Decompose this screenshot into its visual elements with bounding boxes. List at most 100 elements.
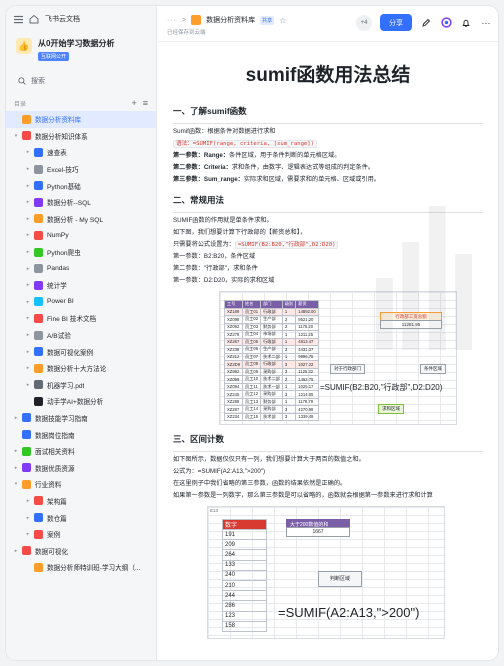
chevron-right-icon[interactable]: ▸ [24, 249, 32, 255]
chevron-right-icon[interactable]: ▸ [12, 465, 20, 471]
workspace-emoji-icon: 👍 [16, 38, 32, 54]
sidebar-item[interactable]: ▾ 数据分析知识体系 [6, 128, 156, 145]
chevron-right-icon[interactable]: ▸ [24, 232, 32, 238]
table-cell: 采购部 [260, 405, 283, 414]
table-cell: 4270.98 [295, 405, 319, 414]
workspace-header[interactable]: 👍 从0开始学习数据分析 互联网公开 [6, 32, 156, 65]
chevron-right-icon[interactable]: ▸ [24, 299, 32, 305]
sidebar-item[interactable]: ▸ 数据可视化案例 [6, 343, 156, 360]
table-cell: XZ287 [223, 405, 244, 414]
sidebar-item[interactable]: ▸ 机器学习.pdf [6, 377, 156, 394]
table-cell: 员工11 [242, 382, 262, 391]
paragraph: 如下图所示，数据仅仅只有一列，我们想要计算大于两百的数值之和。 [173, 456, 365, 463]
share-button[interactable]: 分享 [380, 14, 412, 31]
chevron-right-icon[interactable]: ▸ [24, 531, 32, 537]
sidebar-item[interactable]: ▾ 行业资料 [6, 476, 156, 493]
document-title[interactable]: 数据分析资料库 [206, 15, 255, 25]
syntax-code: =SUMIF(range, criteria, [sum_range]) [192, 141, 315, 147]
example-image-2[interactable]: E13 数字 191 209 264 133 240 210 244 286 123 158 大于2… [207, 506, 445, 639]
sidebar-item[interactable]: ▸ Python基础 [6, 177, 156, 194]
sidebar-item[interactable]: ▸ Excel-技巧 [6, 161, 156, 178]
breadcrumb-more[interactable]: ··· [167, 17, 177, 24]
search-icon [18, 77, 26, 85]
chevron-right-icon[interactable]: ▸ [24, 365, 32, 371]
doc-icon [22, 479, 31, 489]
sidebar-item[interactable]: 数据分析师特训班-学习大纲（... [6, 559, 156, 576]
chevron-right-icon[interactable]: ▸ [24, 216, 32, 222]
chevron-right-icon[interactable]: ▸ [24, 382, 32, 388]
table-cell: 158 [222, 620, 267, 632]
table-cell: 3 [281, 360, 297, 369]
table-cell: 1452.75 [295, 375, 319, 384]
notification-icon[interactable] [460, 17, 472, 29]
sidebar-item[interactable]: ▸ 速查表 [6, 144, 156, 161]
chevron-right-icon[interactable]: ▸ [24, 266, 32, 272]
sidebar-item[interactable]: ▸ 数据分析--SQL [6, 194, 156, 211]
chevron-right-icon[interactable]: ▸ [24, 515, 32, 521]
sidebar-item[interactable]: ▸ 数据分析十大方法论 [6, 360, 156, 377]
note-judge: 判断区域 [318, 571, 362, 587]
collaborators-count[interactable]: +4 [356, 14, 372, 31]
sidebar-item[interactable]: ▸ A/B试验 [6, 327, 156, 344]
sidebar-item[interactable]: ▸ 数据技能学习指南 [6, 410, 156, 427]
ai-assistant-icon[interactable] [440, 17, 452, 29]
sidebar-item[interactable]: ▸ 统计学 [6, 277, 156, 294]
sidebar-item[interactable]: 动手学AI+数据分析 [6, 393, 156, 410]
chevron-down-icon[interactable]: ▾ [12, 481, 20, 487]
table-cell: 员工08 [242, 360, 262, 369]
table-cell: 1175.20 [295, 322, 319, 331]
chevron-right-icon[interactable]: ▸ [24, 349, 32, 355]
chevron-right-icon[interactable]: ▸ [12, 415, 20, 421]
chevron-right-icon[interactable]: ▸ [24, 282, 32, 288]
chevron-right-icon[interactable]: ▸ [24, 199, 32, 205]
sidebar-search[interactable]: 搜索 [14, 73, 148, 89]
chevron-right-icon[interactable]: ▸ [24, 315, 32, 321]
table-cell: 1211.25 [295, 330, 319, 339]
sidebar-item[interactable]: ▸ 案例 [6, 526, 156, 543]
table-cell: 员工06 [242, 345, 262, 354]
chevron-right-icon[interactable]: ▸ [24, 166, 32, 172]
table-cell: 1214.05 [295, 390, 319, 399]
directory-header: 目录 + ≡ [6, 95, 156, 111]
sidebar-item[interactable]: ▸ Power BI [6, 294, 156, 311]
sidebar-item[interactable]: 数据分析资料库 [6, 111, 156, 128]
sidebar-item[interactable]: ▸ Pandas [6, 260, 156, 277]
table-row: XZ092 员工03 财务部 2 1175.20 [223, 322, 319, 331]
chevron-right-icon[interactable]: ▸ [24, 332, 32, 338]
sidebar-item-label: Fine BI 技术文档 [47, 316, 97, 324]
sidebar-item-label: 数仓篇 [47, 515, 67, 523]
breadcrumb-separator: > [182, 16, 187, 24]
chevron-right-icon[interactable]: ▸ [12, 548, 20, 554]
collapse-list-icon[interactable]: ≡ [143, 98, 148, 108]
table-row: XZ098 员工02 生产部 2 9521.20 [223, 315, 319, 324]
chevron-right-icon[interactable]: ▸ [12, 448, 20, 454]
more-icon[interactable]: ··· [480, 17, 492, 29]
chevron-down-icon[interactable]: ▾ [12, 133, 20, 139]
star-icon[interactable]: ☆ [279, 16, 286, 25]
sidebar-item[interactable]: ▸ 数仓篇 [6, 509, 156, 526]
table-cell: 技术一部 [260, 382, 283, 391]
sidebar-item[interactable]: ▸ Fine BI 技术文档 [6, 310, 156, 327]
sidebar-item-label: 数据岗位指南 [35, 432, 75, 440]
sidebar-item[interactable]: ▸ 数据分析 - My SQL [6, 211, 156, 228]
chevron-right-icon[interactable]: ▸ [24, 498, 32, 504]
chevron-right-icon[interactable]: ▸ [24, 149, 32, 155]
sidebar-item[interactable]: ▸ 架构篇 [6, 493, 156, 510]
home-icon[interactable] [29, 14, 39, 24]
sidebar-item[interactable]: ▸ 数据优质资源 [6, 459, 156, 476]
sidebar-item[interactable]: ▸ 数据可视化 [6, 542, 156, 559]
sidebar-item[interactable]: ▸ 面试相关资料 [6, 443, 156, 460]
paragraph: 如果第一参数是一列数字，那么第三参数是可以省略的，函数就会根据第一参数来进行求和… [173, 492, 433, 499]
edit-icon[interactable] [420, 17, 432, 29]
sidebar-item[interactable]: ▸ Python爬虫 [6, 244, 156, 261]
sidebar-item[interactable]: ▸ NumPy [6, 227, 156, 244]
table-row: XZ099 员工10 技术二部 2 1452.75 [223, 375, 319, 384]
chevron-right-icon[interactable]: ▸ [24, 183, 32, 189]
add-icon[interactable]: + [131, 98, 136, 108]
sidebar-item-label: Power BI [47, 298, 74, 306]
sidebar-item[interactable]: 数据岗位指南 [6, 426, 156, 443]
app-name[interactable]: 飞书云文档 [45, 14, 80, 24]
doc-icon [34, 313, 43, 323]
menu-icon[interactable] [14, 15, 23, 24]
table-cell: 2 [281, 322, 297, 331]
